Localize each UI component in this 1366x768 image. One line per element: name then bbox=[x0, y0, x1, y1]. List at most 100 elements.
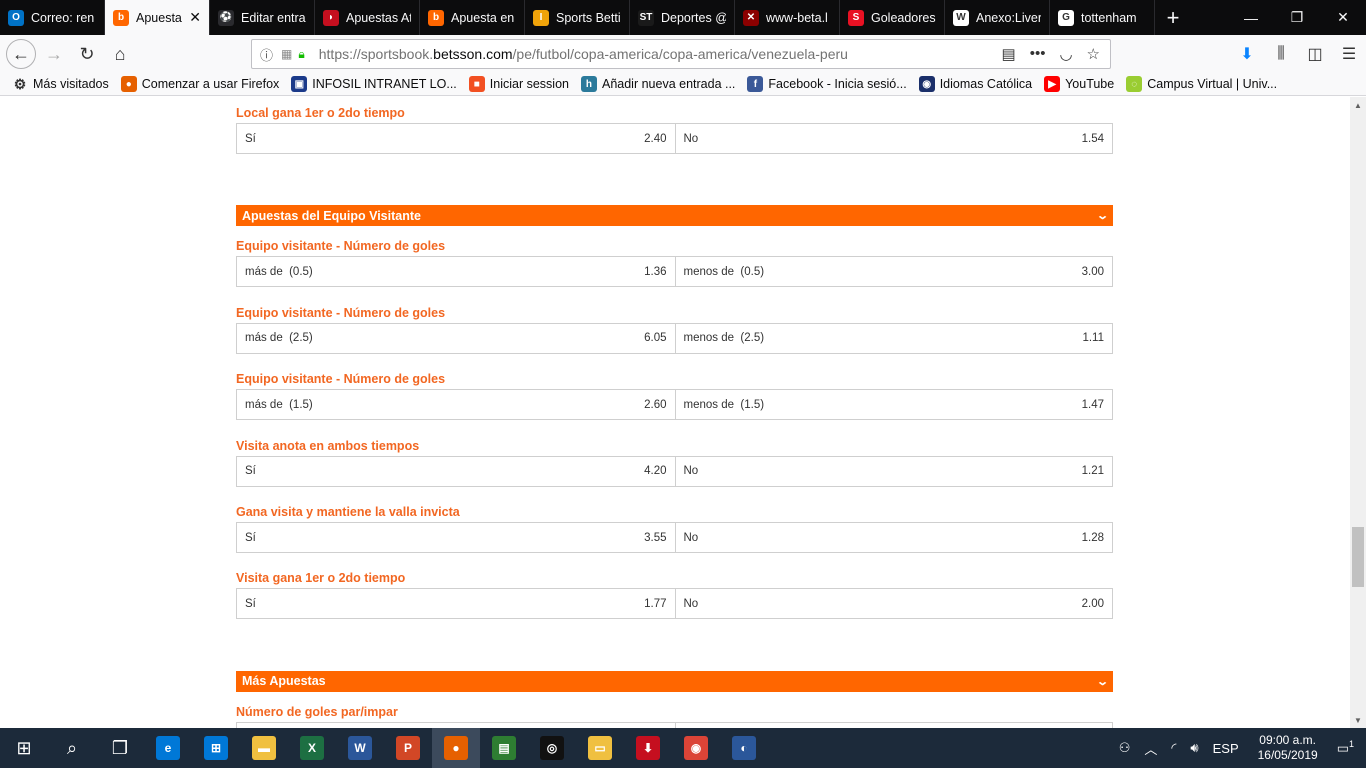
notifications-icon[interactable]: ▭1 bbox=[1337, 739, 1354, 756]
bookmark-item[interactable]: ⚙ Más visitados bbox=[12, 76, 109, 92]
deportes-icon: ST bbox=[638, 9, 654, 26]
bookmark-item[interactable]: ■ Iniciar session bbox=[468, 76, 569, 92]
taskbar-app[interactable]: e bbox=[144, 728, 192, 768]
task-view-icon[interactable]: ❐ bbox=[96, 728, 144, 768]
taskbar-app[interactable]: ◎ bbox=[528, 728, 576, 768]
bookmark-item[interactable]: ◌ Campus Virtual | Univ... bbox=[1126, 76, 1277, 92]
url-bar[interactable]: ⓘ ▦ 🔒︎ https://sportsbook.betsson.com/pe… bbox=[251, 39, 1111, 69]
taskbar-app[interactable]: W bbox=[336, 728, 384, 768]
bookmark-item[interactable]: ◉ Idiomas Católica bbox=[918, 76, 1032, 92]
odds-button[interactable]: Sí 2.40 bbox=[237, 124, 675, 153]
close-window-button[interactable]: ✕ bbox=[1320, 0, 1366, 35]
odds-button[interactable]: menos de (1.5) 1.47 bbox=[674, 390, 1113, 420]
odds-button[interactable]: Sí 4.20 bbox=[237, 457, 675, 486]
browser-tab[interactable]: O Correo: ren bbox=[0, 0, 105, 35]
downloads-icon[interactable]: ⬇ bbox=[1236, 39, 1258, 69]
search-icon[interactable]: ⌕ bbox=[48, 728, 96, 768]
odds-button[interactable]: No 2.00 bbox=[674, 589, 1113, 619]
section-title: Más Apuestas bbox=[242, 674, 326, 689]
permissions-icon[interactable]: ▦ bbox=[281, 47, 292, 61]
taskbar-app[interactable]: ▬ bbox=[240, 728, 288, 768]
bookmark-item[interactable]: ● Comenzar a usar Firefox bbox=[120, 76, 279, 92]
scroll-up-icon[interactable]: ▲ bbox=[1350, 97, 1366, 113]
odds-button[interactable]: más de (2.5) 6.05 bbox=[237, 324, 675, 353]
pocket-icon[interactable]: ◡ bbox=[1059, 45, 1072, 63]
odds-button[interactable]: Sí 1.77 bbox=[237, 589, 675, 618]
outcome-odds: 3.55 bbox=[644, 531, 667, 544]
home-button[interactable]: ⌂ bbox=[105, 39, 135, 69]
bookmark-item[interactable]: ▣ INFOSIL INTRANET LO... bbox=[291, 76, 457, 92]
taskbar-app[interactable]: ◉ bbox=[672, 728, 720, 768]
info-icon[interactable]: ⓘ bbox=[260, 45, 273, 64]
market-title: Equipo visitante - Número de goles bbox=[236, 239, 446, 254]
close-tab-icon[interactable]: ✕ bbox=[189, 9, 201, 26]
start-button[interactable]: ⊞ bbox=[0, 728, 48, 768]
odds-button[interactable]: No 1.54 bbox=[674, 124, 1113, 153]
outcome-label: más de (0.5) bbox=[245, 265, 313, 278]
reader-view-icon[interactable]: ▤ bbox=[1002, 45, 1016, 63]
odds-button[interactable]: No 1.21 bbox=[674, 456, 1113, 486]
taskbar-app[interactable]: ▤ bbox=[480, 728, 528, 768]
page-actions-icon[interactable]: ••• bbox=[1030, 45, 1046, 63]
chevron-down-icon[interactable]: ⌄ bbox=[1096, 209, 1109, 222]
browser-tab[interactable]: W Anexo:Liver bbox=[945, 0, 1050, 35]
soccer-icon: ⚽ bbox=[218, 9, 234, 26]
odds-button[interactable]: No 1.28 bbox=[674, 523, 1113, 552]
menu-icon[interactable]: ☰ bbox=[1338, 39, 1360, 69]
odds-button[interactable]: Sí 3.55 bbox=[237, 523, 675, 552]
section-header[interactable]: Más Apuestas ⌄ bbox=[236, 670, 1113, 692]
library-icon[interactable]: ⫼ bbox=[1270, 39, 1292, 69]
taskbar-app[interactable]: ⊞ bbox=[192, 728, 240, 768]
forward-button[interactable]: → bbox=[39, 39, 69, 69]
people-icon[interactable]: ⚇ bbox=[1119, 740, 1131, 756]
clock-date: 16/05/2019 bbox=[1257, 748, 1318, 762]
url-text[interactable]: https://sportsbook.betsson.com/pe/futbol… bbox=[319, 46, 1002, 62]
browser-tab[interactable]: b Apuesta ✕ bbox=[105, 0, 210, 35]
taskbar-app[interactable]: ▭ bbox=[576, 728, 624, 768]
browser-tab[interactable]: ⚽ Editar entra bbox=[210, 0, 315, 35]
odds-row: Sí 4.20 No 1.21 bbox=[236, 455, 1113, 487]
market-title: Equipo visitante - Número de goles bbox=[236, 372, 446, 387]
outcome-odds: 1.28 bbox=[1081, 531, 1104, 544]
browser-tab[interactable]: ◗ Apuestas At bbox=[315, 0, 420, 35]
odds-button[interactable]: menos de (2.5) 1.11 bbox=[674, 323, 1113, 353]
scrollbar-thumb[interactable] bbox=[1352, 527, 1364, 587]
sidebar-icon[interactable]: ◫ bbox=[1304, 39, 1326, 69]
browser-tab[interactable]: I Sports Bettin bbox=[525, 0, 630, 35]
restore-button[interactable]: ❐ bbox=[1274, 0, 1320, 35]
chevron-down-icon[interactable]: ⌄ bbox=[1096, 675, 1109, 688]
odds-row: Sí 2.40 No 1.54 bbox=[236, 123, 1113, 154]
show-hidden-icon[interactable]: ︿ bbox=[1144, 739, 1157, 758]
section-header[interactable]: Apuestas del Equipo Visitante ⌄ bbox=[236, 205, 1113, 227]
browser-tab[interactable]: ✕ www-beta.l bbox=[735, 0, 840, 35]
clock[interactable]: 09:00 a.m. 16/05/2019 bbox=[1258, 733, 1318, 763]
wifi-icon[interactable]: ◜ bbox=[1171, 740, 1176, 756]
system-tray: ⚇ ︿ ◜ 🔊︎ ESP 09:00 a.m. 16/05/2019 ▭1 bbox=[1112, 728, 1366, 768]
odds-button[interactable]: menos de (0.5) 3.00 bbox=[674, 257, 1113, 287]
bookmark-item[interactable]: ▶ YouTube bbox=[1044, 76, 1114, 92]
minimize-button[interactable]: — bbox=[1228, 0, 1274, 35]
bookmark-label: INFOSIL INTRANET LO... bbox=[312, 77, 457, 91]
reload-button[interactable]: ↻ bbox=[72, 39, 102, 69]
taskbar-app[interactable]: P bbox=[384, 728, 432, 768]
taskbar-app[interactable]: ⬇ bbox=[624, 728, 672, 768]
taskbar-app[interactable]: ◐ bbox=[720, 728, 768, 768]
browser-tab[interactable]: S Goleadores bbox=[840, 0, 945, 35]
language-indicator[interactable]: ESP bbox=[1213, 741, 1239, 756]
page-scrollbar[interactable]: ▲ ▼ bbox=[1350, 97, 1366, 728]
odds-button[interactable]: más de (0.5) 1.36 bbox=[237, 257, 675, 286]
bookmark-item[interactable]: h Añadir nueva entrada ... bbox=[580, 76, 735, 92]
new-tab-button[interactable]: + bbox=[1155, 0, 1191, 35]
browser-tab[interactable]: b Apuesta en bbox=[420, 0, 525, 35]
taskbar-app[interactable]: ● bbox=[432, 728, 480, 768]
volume-icon[interactable]: 🔊︎ bbox=[1190, 740, 1198, 756]
bookmark-item[interactable]: f Facebook - Inicia sesió... bbox=[747, 76, 907, 92]
odds-button[interactable]: más de (1.5) 2.60 bbox=[237, 390, 675, 419]
bookmark-star-icon[interactable]: ☆ bbox=[1087, 45, 1100, 63]
tab-label: Editar entra bbox=[241, 10, 306, 25]
scroll-down-icon[interactable]: ▼ bbox=[1350, 712, 1366, 728]
back-button[interactable]: ← bbox=[6, 39, 36, 69]
browser-tab[interactable]: ST Deportes @ bbox=[630, 0, 735, 35]
browser-tab[interactable]: Gtottenham bbox=[1050, 0, 1155, 35]
taskbar-app[interactable]: X bbox=[288, 728, 336, 768]
